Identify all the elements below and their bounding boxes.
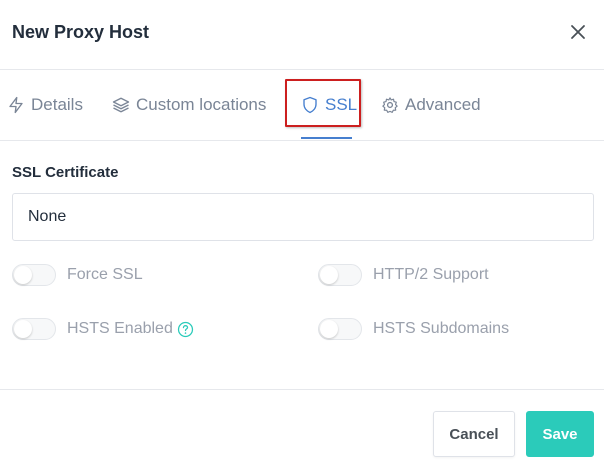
- hsts-enabled-switch[interactable]: [12, 318, 56, 340]
- tab-advanced-label: Advanced: [405, 95, 481, 114]
- tab-custom-locations-label: Custom locations: [136, 95, 267, 114]
- new-proxy-host-modal: New Proxy Host Details Custom locations …: [0, 0, 604, 471]
- tab-advanced[interactable]: Advanced: [381, 94, 481, 116]
- hsts-enabled-toggle[interactable]: HSTS Enabled: [12, 316, 194, 342]
- cancel-button[interactable]: Cancel: [433, 411, 515, 457]
- gear-icon: [381, 96, 399, 114]
- force-ssl-switch[interactable]: [12, 264, 56, 286]
- modal-title: New Proxy Host: [12, 22, 150, 42]
- switch-knob: [14, 320, 32, 338]
- lightning-icon: [7, 96, 25, 114]
- hsts-subdomains-toggle[interactable]: HSTS Subdomains: [318, 316, 509, 342]
- modal-footer: Cancel Save: [0, 389, 604, 472]
- save-button[interactable]: Save: [526, 411, 594, 457]
- http2-support-switch[interactable]: [318, 264, 362, 286]
- tab-details-label: Details: [31, 95, 83, 114]
- layers-icon: [112, 96, 130, 114]
- switch-knob: [14, 266, 32, 284]
- close-icon[interactable]: [568, 22, 588, 42]
- http2-support-label: HTTP/2 Support: [373, 266, 489, 283]
- switch-knob: [320, 320, 338, 338]
- switch-knob: [320, 266, 338, 284]
- tab-ssl-label: SSL: [325, 95, 358, 114]
- modal-header: New Proxy Host: [0, 0, 604, 70]
- force-ssl-toggle[interactable]: Force SSL: [12, 262, 143, 288]
- tab-ssl[interactable]: SSL: [301, 94, 357, 116]
- tab-bar: Details Custom locations SSL Advanced: [0, 70, 604, 141]
- force-ssl-label: Force SSL: [67, 266, 143, 283]
- ssl-certificate-label: SSL Certificate: [12, 164, 119, 181]
- ssl-certificate-select[interactable]: None: [12, 193, 594, 241]
- shield-icon: [301, 96, 319, 114]
- tab-details[interactable]: Details: [7, 94, 83, 116]
- hsts-enabled-label: HSTS Enabled: [67, 320, 173, 337]
- http2-support-toggle[interactable]: HTTP/2 Support: [318, 262, 489, 288]
- hsts-subdomains-label: HSTS Subdomains: [373, 320, 510, 337]
- hsts-subdomains-switch[interactable]: [318, 318, 362, 340]
- tab-custom-locations[interactable]: Custom locations: [112, 94, 266, 116]
- question-circle-icon[interactable]: [177, 321, 194, 338]
- active-tab-indicator: [301, 137, 352, 139]
